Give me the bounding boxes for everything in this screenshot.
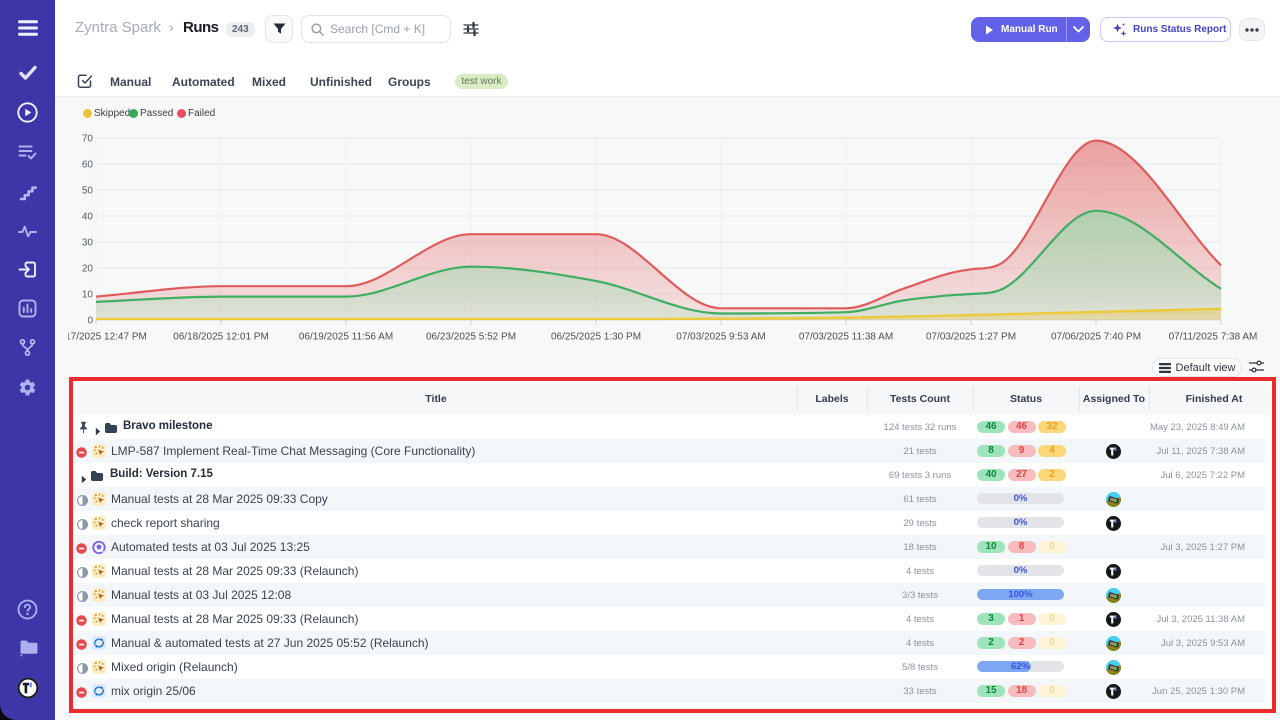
svg-text:0: 0 — [87, 316, 93, 327]
svg-text:30: 30 — [82, 238, 94, 249]
svg-text:06/18/2025 12:01 PM: 06/18/2025 12:01 PM — [173, 332, 269, 343]
svg-text:50: 50 — [82, 186, 94, 197]
svg-text:07/03/2025 11:38 AM: 07/03/2025 11:38 AM — [799, 332, 893, 343]
svg-text:06/23/2025 5:52 PM: 06/23/2025 5:52 PM — [426, 332, 516, 343]
svg-text:60: 60 — [82, 160, 94, 171]
svg-text:10: 10 — [82, 290, 94, 301]
svg-text:06/25/2025 1:30 PM: 06/25/2025 1:30 PM — [551, 332, 641, 343]
svg-text:70: 70 — [82, 134, 94, 145]
svg-text:06/17/2025 12:47 PM: 06/17/2025 12:47 PM — [68, 332, 147, 343]
svg-text:07/03/2025 9:53 AM: 07/03/2025 9:53 AM — [676, 332, 766, 343]
svg-text:07/03/2025 1:27 PM: 07/03/2025 1:27 PM — [926, 332, 1016, 343]
svg-text:07/11/2025 7:38 AM: 07/11/2025 7:38 AM — [1169, 332, 1258, 343]
svg-text:20: 20 — [82, 264, 94, 275]
svg-text:07/06/2025 7:40 PM: 07/06/2025 7:40 PM — [1051, 332, 1141, 343]
svg-text:40: 40 — [82, 212, 94, 223]
svg-text:06/19/2025 11:56 AM: 06/19/2025 11:56 AM — [299, 332, 393, 343]
